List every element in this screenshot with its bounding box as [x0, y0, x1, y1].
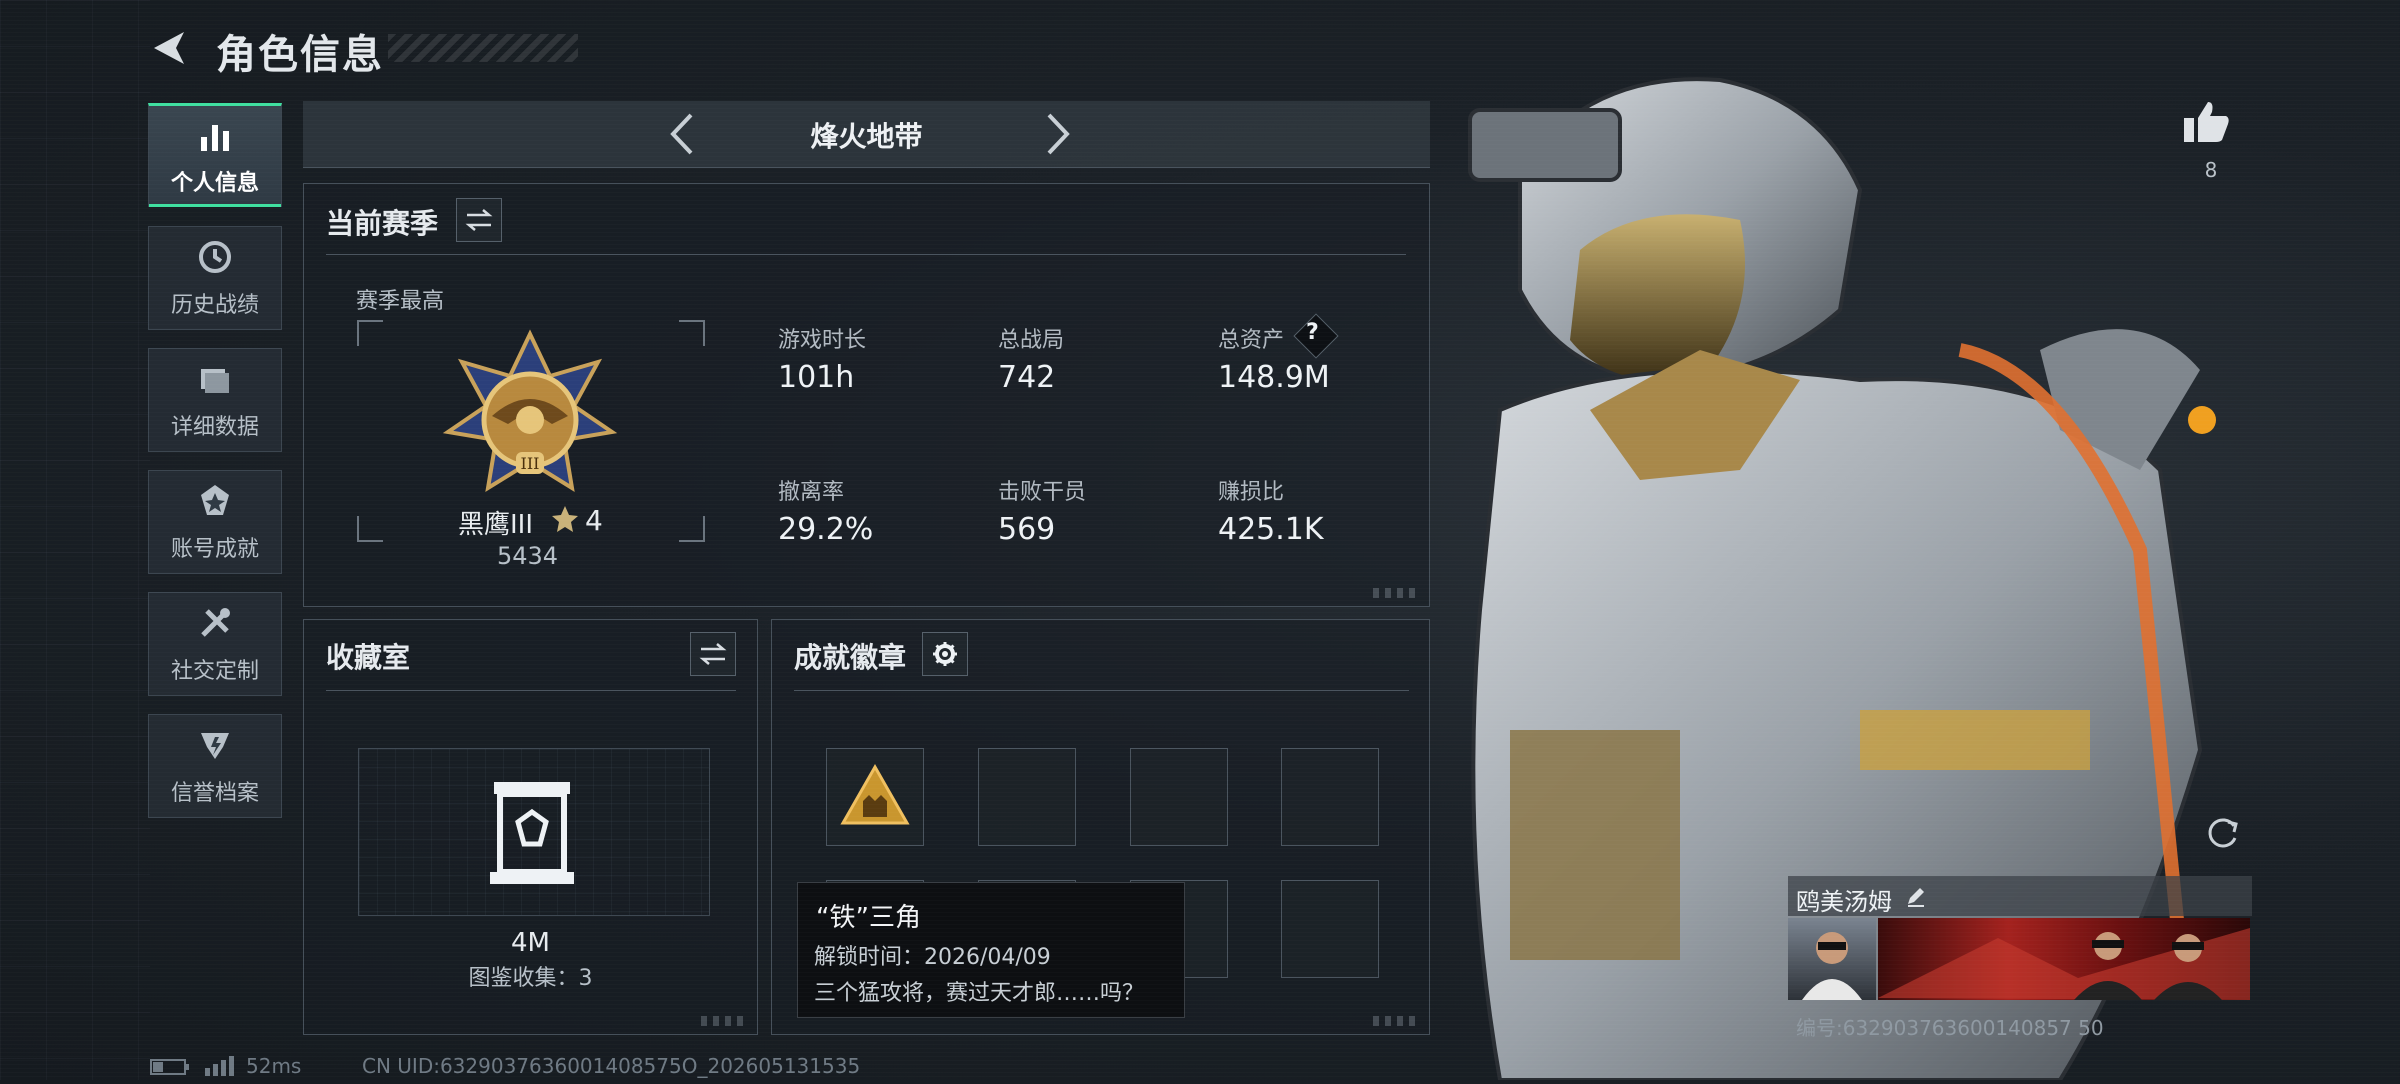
collection-count: 图鉴收集：3	[468, 966, 593, 991]
display-case-icon	[484, 776, 580, 888]
stat-value-profit-ratio: 425.1K	[1218, 512, 1324, 547]
battery-icon	[150, 1058, 190, 1076]
stat-value-extraction-rate: 29.2%	[778, 512, 874, 547]
badge-slot-3[interactable]	[1130, 748, 1228, 846]
mode-selector: 烽火地带	[303, 101, 1430, 168]
history-icon	[199, 241, 231, 273]
tools-icon	[201, 608, 230, 637]
sidebar-item-social[interactable]: 社交定制	[148, 592, 282, 696]
collection-panel: 收藏室 4M 图鉴收集：3	[303, 619, 758, 1035]
badges-settings-button[interactable]	[922, 632, 968, 676]
gear-icon	[933, 642, 957, 666]
stat-value-playtime: 101h	[778, 360, 855, 395]
edit-name-button[interactable]	[1904, 884, 1928, 908]
badges-title: 成就徽章	[794, 641, 907, 674]
sidebar-item-achievements[interactable]: 账号成就	[148, 470, 282, 574]
pencil-icon	[1908, 888, 1924, 907]
ping-value: 52ms	[246, 1054, 302, 1078]
credit-icon	[201, 733, 229, 759]
svg-text:III: III	[521, 454, 540, 473]
sidebar-item-label: 历史战绩	[170, 293, 259, 318]
collection-title: 收藏室	[326, 641, 411, 674]
collection-switch-button[interactable]	[690, 632, 736, 676]
corner-decoration	[1373, 1016, 1419, 1026]
stat-label-playtime: 游戏时长	[778, 328, 867, 353]
season-title: 当前赛季	[326, 207, 439, 240]
background-grid	[0, 0, 150, 1080]
refresh-icon	[2208, 818, 2238, 848]
player-name-card[interactable]: 鸥美汤姆	[1788, 876, 2252, 916]
rotate-character-button[interactable]	[2202, 812, 2242, 852]
player-id: 编号:632903763600140857 50	[1796, 1016, 2104, 1040]
stat-value-total-assets: 148.9M	[1218, 360, 1330, 395]
stat-value-total-matches: 742	[998, 360, 1056, 395]
sidebar-item-credit[interactable]: 信誉档案	[148, 714, 282, 818]
badge-slot-1[interactable]	[826, 748, 924, 846]
rank-name: 黑鹰III	[458, 510, 534, 540]
cn-uid: CN UID:6329037636001408575O_202605131535	[362, 1054, 861, 1078]
triangle-badge-icon	[840, 763, 910, 825]
corner-decoration	[1373, 588, 1419, 598]
stat-label-total-matches: 总战局	[998, 328, 1065, 353]
help-icon[interactable]: ?	[1306, 320, 1319, 345]
sidebar-item-label: 个人信息	[170, 171, 259, 196]
mode-title: 烽火地带	[810, 120, 923, 153]
chevron-right-icon	[1047, 113, 1070, 155]
stat-label-kills: 击败干员	[998, 480, 1087, 505]
title-decoration	[388, 34, 578, 62]
badge-slot-4[interactable]	[1281, 748, 1379, 846]
thumbs-up-icon	[2184, 102, 2229, 142]
back-arrow-icon	[154, 32, 184, 64]
sidebar-item-history[interactable]: 历史战绩	[148, 226, 282, 330]
page-title: 角色信息	[216, 32, 384, 78]
swap-icon	[699, 643, 727, 665]
stat-label-total-assets: 总资产	[1218, 328, 1285, 353]
divider	[326, 254, 1406, 255]
sidebar-item-label: 账号成就	[170, 537, 259, 562]
sidebar-item-label: 详细数据	[170, 415, 259, 440]
tooltip-description: 三个猛攻将，赛过天才郎……吗？	[814, 981, 1145, 1006]
stat-label-profit-ratio: 赚损比	[1218, 480, 1285, 505]
badge-slot-8[interactable]	[1281, 880, 1379, 978]
divider	[326, 690, 736, 691]
bar-chart-icon	[201, 125, 229, 151]
tooltip-unlock-time: 解锁时间：2026/04/09	[814, 945, 1051, 970]
badge-tooltip: “铁”三角 解锁时间：2026/04/09 三个猛攻将，赛过天才郎……吗？	[797, 882, 1185, 1018]
rank-emblem-icon: III	[440, 328, 620, 508]
tooltip-badge-name: “铁”三角	[816, 903, 921, 933]
collection-value: 4M	[511, 928, 550, 958]
player-avatar[interactable]	[1788, 918, 1876, 1000]
season-switch-button[interactable]	[456, 198, 502, 242]
sidebar-item-details[interactable]: 详细数据	[148, 348, 282, 452]
swap-icon	[465, 209, 493, 231]
signal-icon	[204, 1054, 236, 1076]
divider	[794, 690, 1409, 691]
player-card-banner	[1878, 918, 2250, 1000]
stat-label-extraction-rate: 撤离率	[778, 480, 845, 505]
stat-value-kills: 569	[998, 512, 1056, 547]
sidebar-item-label: 信誉档案	[170, 781, 259, 806]
back-button[interactable]	[148, 26, 192, 70]
achievement-icon	[201, 485, 229, 515]
like-count: 8	[2204, 158, 2218, 182]
season-best-label: 赛季最高	[356, 289, 445, 314]
sidebar-item-personal-info[interactable]: 个人信息	[148, 103, 282, 207]
star-icon	[550, 504, 580, 534]
rank-stars: 4	[585, 504, 603, 537]
player-nickname: 鸥美汤姆	[1796, 888, 1892, 916]
sidebar-item-label: 社交定制	[170, 659, 259, 684]
badge-slot-2[interactable]	[978, 748, 1076, 846]
folder-icon	[201, 369, 229, 393]
corner-decoration	[701, 1016, 747, 1026]
rank-score: 5434	[497, 542, 559, 570]
mode-next-button[interactable]	[1033, 111, 1079, 157]
like-button[interactable]	[2180, 98, 2232, 146]
